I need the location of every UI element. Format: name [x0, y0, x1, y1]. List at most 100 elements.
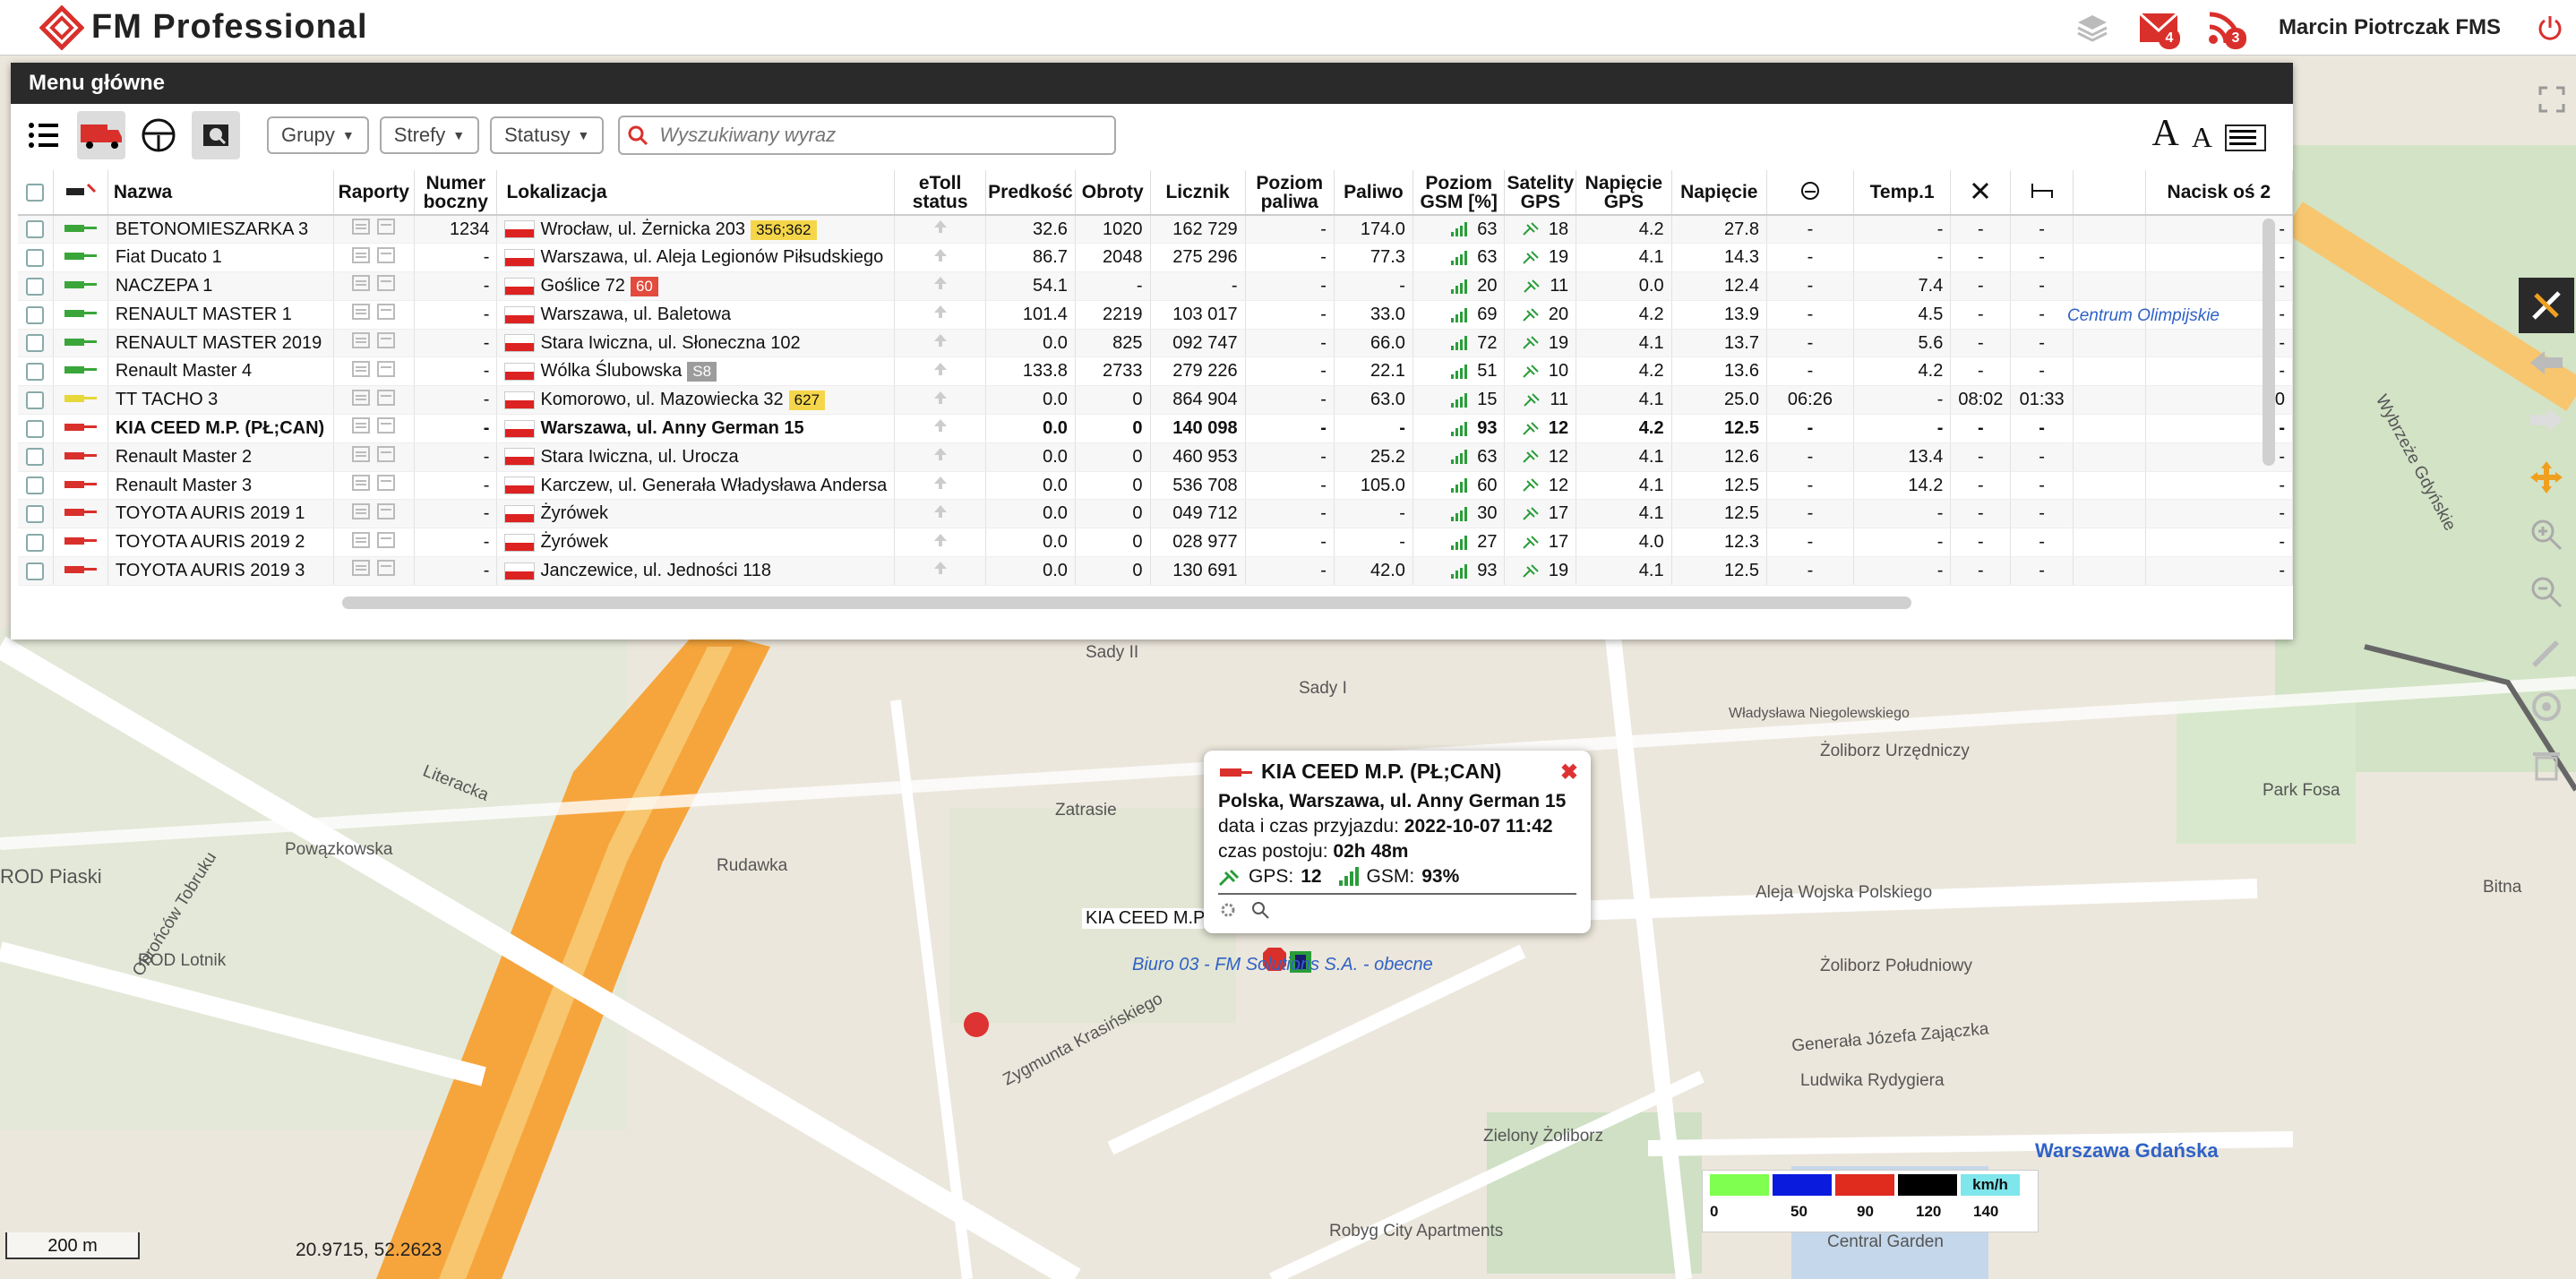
- row-checkbox[interactable]: [26, 305, 45, 324]
- font-large-button[interactable]: A: [2152, 115, 2179, 152]
- table-row[interactable]: TOYOTA AURIS 2019 3 - Janczewice, ul. Jed…: [18, 556, 2294, 586]
- location-cell[interactable]: Komorowo, ul. Mazowiecka 32 627: [496, 385, 896, 416]
- report-icon[interactable]: [376, 331, 396, 349]
- table-row[interactable]: KIA CEED M.P. (PŁ;CAN) - Warszawa, ul. An…: [18, 414, 2294, 443]
- office-poi-label[interactable]: Biuro 03 - FM Solutions S.A. - obecne: [1132, 955, 1433, 975]
- columns-settings-icon[interactable]: [2225, 122, 2266, 152]
- table-row[interactable]: TOYOTA AURIS 2019 1 - Żyrówek 0.0 0 049 712-…: [18, 499, 2294, 529]
- location-cell[interactable]: Warszawa, ul. Anny German 15: [496, 414, 896, 443]
- report-icon[interactable]: [351, 360, 371, 378]
- report-icon[interactable]: [376, 274, 396, 292]
- row-checkbox[interactable]: [26, 476, 45, 495]
- report-icon[interactable]: [376, 416, 396, 434]
- col-voltage[interactable]: Napięcie: [1671, 170, 1767, 216]
- search-places-button[interactable]: [192, 111, 240, 159]
- report-icon[interactable]: [376, 559, 396, 577]
- vehicle-name[interactable]: Fiat Ducato 1: [107, 243, 334, 273]
- statuses-dropdown[interactable]: Statusy ▼: [490, 116, 605, 154]
- col-work-time[interactable]: [1950, 170, 2012, 216]
- mail-button[interactable]: 4: [2132, 4, 2185, 51]
- row-select-cell[interactable]: [18, 499, 54, 529]
- col-rest-time[interactable]: [2010, 170, 2074, 216]
- table-row[interactable]: BETONOMIESZARKA 3 1234 Wrocław, ul. Żerni…: [18, 215, 2294, 245]
- location-cell[interactable]: Stara Iwiczna, ul. Urocza: [496, 442, 896, 472]
- report-icon[interactable]: [376, 389, 396, 407]
- row-checkbox[interactable]: [26, 277, 45, 296]
- row-checkbox[interactable]: [26, 248, 45, 267]
- vehicle-name[interactable]: Renault Master 3: [107, 471, 334, 501]
- report-icon[interactable]: [351, 389, 371, 407]
- font-small-button[interactable]: A: [2192, 122, 2212, 152]
- col-gps-voltage[interactable]: Napięcie GPS: [1576, 170, 1672, 216]
- col-reports[interactable]: Raporty: [333, 170, 416, 216]
- location-cell[interactable]: Warszawa, ul. Aleja Legionów Piłsudskieg…: [496, 243, 896, 273]
- select-all-checkbox[interactable]: [18, 170, 54, 216]
- close-icon[interactable]: ✖: [1560, 760, 1578, 785]
- col-fuel[interactable]: Paliwo: [1334, 170, 1413, 216]
- report-icon[interactable]: [376, 303, 396, 321]
- row-select-cell[interactable]: [18, 556, 54, 586]
- location-cell[interactable]: Karczew, ul. Generała Władysława Andersa: [496, 471, 896, 501]
- layers-icon[interactable]: [2065, 4, 2119, 51]
- list-view-button[interactable]: [20, 111, 68, 159]
- vehicle-name[interactable]: RENAULT MASTER 1: [107, 300, 334, 330]
- row-select-cell[interactable]: [18, 271, 54, 301]
- vehicles-button[interactable]: [77, 111, 125, 159]
- report-icon[interactable]: [351, 445, 371, 463]
- table-row[interactable]: Fiat Ducato 1 - Warszawa, ul. Aleja Legio…: [18, 243, 2294, 273]
- row-select-cell[interactable]: [18, 356, 54, 387]
- table-row[interactable]: RENAULT MASTER 2019 - Stara Iwiczna, ul. …: [18, 329, 2294, 358]
- row-select-cell[interactable]: [18, 471, 54, 501]
- table-row[interactable]: NACZEPA 1 - Goślice 72 60 54.1- - - -20 11 0.0 12…: [18, 271, 2294, 301]
- table-row[interactable]: TT TACHO 3 - Komorowo, ul. Mazowiecka 32 6…: [18, 385, 2294, 416]
- location-cell[interactable]: Goślice 72 60: [496, 271, 896, 301]
- vehicle-name[interactable]: BETONOMIESZARKA 3: [107, 215, 334, 245]
- location-cell[interactable]: Wrocław, ul. Żernicka 203 356;362: [496, 215, 896, 245]
- report-icon[interactable]: [376, 502, 396, 520]
- delete-button[interactable]: [2519, 736, 2574, 792]
- drivers-button[interactable]: [134, 111, 183, 159]
- report-icon[interactable]: [376, 445, 396, 463]
- horizontal-scrollbar[interactable]: [342, 597, 1911, 609]
- col-satellites[interactable]: Satelity GPS: [1504, 170, 1577, 216]
- row-select-cell[interactable]: [18, 300, 54, 330]
- report-icon[interactable]: [376, 360, 396, 378]
- measure-tool-button[interactable]: [2519, 278, 2574, 333]
- col-driving-time[interactable]: [1766, 170, 1854, 216]
- report-icon[interactable]: [351, 274, 371, 292]
- fullscreen-icon[interactable]: [2538, 86, 2565, 113]
- report-icon[interactable]: [351, 416, 371, 434]
- table-row[interactable]: Renault Master 3 - Karczew, ul. Generała …: [18, 471, 2294, 501]
- groups-dropdown[interactable]: Grupy ▼: [267, 116, 369, 154]
- report-icon[interactable]: [376, 246, 396, 264]
- row-select-cell[interactable]: [18, 442, 54, 472]
- row-select-cell[interactable]: [18, 385, 54, 416]
- report-icon[interactable]: [351, 331, 371, 349]
- pan-button[interactable]: [2519, 450, 2574, 505]
- row-checkbox[interactable]: [26, 363, 45, 382]
- table-row[interactable]: RENAULT MASTER 1 - Warszawa, ul. Baletowa…: [18, 300, 2294, 330]
- col-etoll[interactable]: eToll status: [894, 170, 986, 216]
- col-side-number[interactable]: Numer boczny: [414, 170, 498, 216]
- vehicle-name[interactable]: NACZEPA 1: [107, 271, 334, 301]
- row-checkbox[interactable]: [26, 562, 45, 580]
- report-icon[interactable]: [351, 474, 371, 492]
- row-select-cell[interactable]: [18, 414, 54, 443]
- report-icon[interactable]: [376, 218, 396, 236]
- zoom-in-button[interactable]: [2519, 507, 2574, 562]
- row-checkbox[interactable]: [26, 220, 45, 239]
- user-name[interactable]: Marcin Piotrczak FMS: [2279, 15, 2501, 40]
- status-column-header[interactable]: [53, 170, 108, 216]
- vehicle-name[interactable]: RENAULT MASTER 2019: [107, 329, 334, 358]
- col-name[interactable]: Nazwa: [107, 170, 334, 216]
- col-location[interactable]: Lokalizacja: [496, 170, 896, 216]
- vehicle-name[interactable]: Renault Master 4: [107, 356, 334, 387]
- zoom-out-button[interactable]: [2519, 564, 2574, 620]
- location-cell[interactable]: Wólka Ślubowska S8: [496, 356, 896, 387]
- vehicle-name[interactable]: TT TACHO 3: [107, 385, 334, 416]
- report-icon[interactable]: [376, 474, 396, 492]
- col-speed[interactable]: Predkość: [985, 170, 1076, 216]
- report-icon[interactable]: [351, 246, 371, 264]
- table-row[interactable]: Renault Master 4 - Wólka Ślubowska S8 133.8…: [18, 356, 2294, 387]
- row-checkbox[interactable]: [26, 448, 45, 467]
